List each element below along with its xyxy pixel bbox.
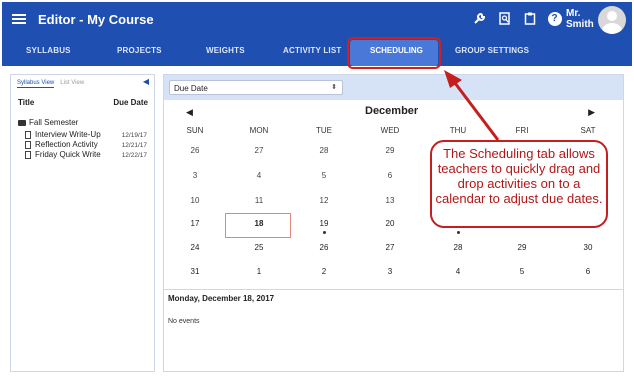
- weekday-label: MON: [249, 126, 269, 135]
- calendar-day-cell[interactable]: 24: [175, 243, 215, 252]
- item-name: Interview Write-Up: [35, 130, 101, 139]
- calendar-day-cell[interactable]: 10: [175, 196, 215, 205]
- callout-box: The Scheduling tab allows teachers to qu…: [430, 140, 608, 228]
- menu-icon[interactable]: [12, 13, 26, 25]
- selected-date-heading: Monday, December 18, 2017: [168, 294, 275, 303]
- tab-activity-list[interactable]: ACTIVITY LIST: [283, 46, 341, 55]
- list-item[interactable]: Interview Write-Up: [25, 130, 101, 139]
- date-type-select[interactable]: Due Date ⬍: [169, 80, 343, 95]
- calendar-day-cell[interactable]: 3: [175, 171, 215, 180]
- calendar-day-cell[interactable]: 20: [370, 219, 410, 228]
- user-name[interactable]: Mr. Smith: [566, 8, 594, 30]
- calendar-day-cell[interactable]: 31: [175, 267, 215, 276]
- calendar-day-cell[interactable]: 28: [304, 146, 344, 155]
- calendar-day-cell[interactable]: 25: [239, 243, 279, 252]
- app-window: Editor - My Course ? Mr. Smith SYLLABUS …: [0, 0, 634, 384]
- wrench-icon[interactable]: [472, 11, 487, 26]
- calendar-day-cell[interactable]: 29: [502, 243, 542, 252]
- calendar-day-cell[interactable]: 28: [438, 243, 478, 252]
- help-icon[interactable]: ?: [547, 11, 562, 26]
- calendar-day-cell[interactable]: 5: [304, 171, 344, 180]
- weekday-label: FRI: [515, 126, 529, 135]
- calendar-day-cell[interactable]: 1: [239, 267, 279, 276]
- calendar-day-cell[interactable]: 4: [239, 171, 279, 180]
- document-icon: [25, 130, 31, 139]
- event-dot: [322, 231, 326, 234]
- calendar-day-cell[interactable]: 3: [370, 267, 410, 276]
- calendar-day-cell[interactable]: 26: [304, 243, 344, 252]
- weekday-label: THU: [449, 126, 467, 135]
- column-due-date-header: Due Date: [113, 98, 148, 107]
- item-name: Friday Quick Write: [35, 150, 101, 159]
- item-date: 12/22/17: [121, 152, 147, 159]
- calendar-day-cell[interactable]: 11: [239, 196, 279, 205]
- calendar-day-cell[interactable]: 2: [304, 267, 344, 276]
- calendar-day-cell[interactable]: 4: [438, 267, 478, 276]
- month-label: December: [365, 105, 419, 117]
- clipboard-icon[interactable]: [522, 11, 537, 26]
- syllabus-sidebar: Syllabus View List View ◀ Title Due Date …: [10, 74, 155, 372]
- item-date: 12/21/17: [121, 142, 147, 149]
- previous-month-icon[interactable]: ◀: [186, 107, 193, 118]
- weekday-label: SAT: [580, 126, 596, 135]
- tab-syllabus[interactable]: SYLLABUS: [26, 46, 71, 55]
- top-bar: Editor - My Course ? Mr. Smith: [2, 2, 632, 36]
- search-document-icon[interactable]: [497, 11, 512, 26]
- weekday-label: TUE: [316, 126, 332, 135]
- item-date: 12/19/17: [121, 132, 147, 139]
- weekday-label: WED: [380, 126, 400, 135]
- calendar-day-cell[interactable]: 6: [370, 171, 410, 180]
- calendar-day-cell[interactable]: 13: [370, 196, 410, 205]
- folder-icon: [18, 119, 26, 126]
- select-value: Due Date: [174, 84, 208, 93]
- toolbar-icons: ?: [472, 11, 562, 26]
- divider: [164, 289, 623, 290]
- calendar-day-cell[interactable]: 30: [568, 243, 608, 252]
- calendar-day-cell[interactable]: 19: [304, 219, 344, 228]
- scheduling-tab-highlight: [347, 37, 441, 69]
- item-name: Reflection Activity: [35, 140, 98, 149]
- weekday-label: SUN: [186, 126, 204, 135]
- tab-projects[interactable]: PROJECTS: [117, 46, 162, 55]
- select-arrows-icon: ⬍: [331, 84, 337, 91]
- column-title-header: Title: [18, 98, 35, 107]
- calendar-day-cell[interactable]: 17: [175, 219, 215, 228]
- folder-label: Fall Semester: [29, 118, 79, 127]
- folder-fall-semester[interactable]: Fall Semester: [18, 118, 78, 127]
- callout-text: The Scheduling tab allows teachers to qu…: [435, 146, 603, 206]
- calendar-day-cell[interactable]: 27: [370, 243, 410, 252]
- tab-list-view[interactable]: List View: [60, 80, 84, 86]
- month-navigation: ◀ December ▶: [164, 105, 623, 121]
- no-events-text: No events: [168, 318, 200, 325]
- calendar-day-cell[interactable]: 26: [175, 146, 215, 155]
- app-title: Editor - My Course: [38, 11, 154, 27]
- calendar-day-cell[interactable]: 29: [370, 146, 410, 155]
- list-item[interactable]: Reflection Activity: [25, 140, 98, 149]
- tab-weights[interactable]: WEIGHTS: [206, 46, 245, 55]
- list-item[interactable]: Friday Quick Write: [25, 150, 101, 159]
- avatar[interactable]: [598, 6, 626, 34]
- document-icon: [25, 140, 31, 149]
- view-tabs: Syllabus View List View: [17, 80, 84, 88]
- event-dot: [456, 231, 460, 234]
- collapse-sidebar-icon[interactable]: ◀: [143, 77, 149, 86]
- calendar-day-cell[interactable]: 27: [239, 146, 279, 155]
- calendar-day-cell[interactable]: 5: [502, 267, 542, 276]
- tab-syllabus-view[interactable]: Syllabus View: [17, 80, 55, 88]
- selected-day-outline: [225, 213, 291, 238]
- calendar-day-cell[interactable]: 12: [304, 196, 344, 205]
- tab-group-settings[interactable]: GROUP SETTINGS: [455, 46, 529, 55]
- document-icon: [25, 150, 31, 159]
- calendar-day-cell[interactable]: 6: [568, 267, 608, 276]
- next-month-icon[interactable]: ▶: [588, 107, 595, 118]
